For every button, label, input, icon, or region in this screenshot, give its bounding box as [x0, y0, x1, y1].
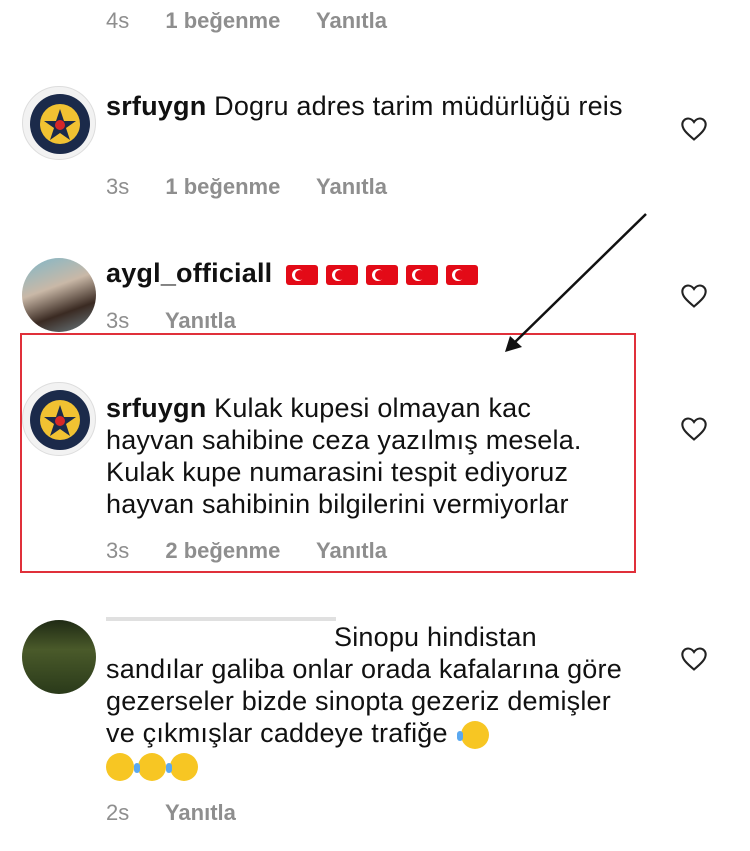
like-count[interactable]: 1 beğenme	[165, 174, 280, 199]
heart-icon[interactable]	[680, 646, 708, 672]
comment-time: 3s	[106, 538, 130, 563]
comment-body: Sinopu hindistan sandılar galiba onlar o…	[106, 621, 626, 781]
heart-icon[interactable]	[680, 116, 708, 142]
grinning-emoji-icon	[106, 752, 134, 781]
reply-button[interactable]: Yanıtla	[165, 308, 236, 333]
comment-meta: 3s 2 beğenme Yanıtla	[106, 538, 417, 564]
police-emblem-icon	[30, 390, 90, 450]
comment-meta: 3s 1 beğenme Yanıtla	[106, 174, 417, 200]
comment-text: Sinopu hindistan sandılar galiba onlar o…	[106, 622, 622, 748]
flag-emoji-icon	[286, 258, 486, 288]
like-count[interactable]: 2 beğenme	[165, 538, 280, 563]
heart-icon[interactable]	[680, 416, 708, 442]
heart-icon[interactable]	[680, 283, 708, 309]
comment-text: Dogru adres tarim müdürlüğü reis	[214, 91, 623, 121]
laughing-crying-emoji-icon	[457, 720, 490, 749]
avatar[interactable]	[22, 382, 96, 456]
reply-button[interactable]: Yanıtla	[316, 538, 387, 563]
top-comment-meta: 4s 1 beğenme Yanıtla	[106, 8, 417, 34]
comment-body: srfuygn Kulak kupesi olmayan kac hayvan …	[106, 392, 626, 520]
avatar[interactable]	[22, 620, 96, 694]
comment-time: 4s	[106, 8, 130, 33]
comment-body: aygl_officiall	[106, 257, 626, 289]
avatar[interactable]	[22, 86, 96, 160]
comment-meta: 2s Yanıtla	[106, 800, 266, 826]
laughing-crying-emoji-icon	[166, 752, 198, 781]
comment-meta: 3s Yanıtla	[106, 308, 266, 334]
reply-button[interactable]: Yanıtla	[316, 8, 387, 33]
emoji-group	[106, 750, 202, 781]
laughing-crying-emoji-icon	[134, 752, 166, 781]
avatar[interactable]	[22, 258, 96, 332]
like-count[interactable]: 1 beğenme	[165, 8, 280, 33]
comment-time: 2s	[106, 800, 130, 825]
username[interactable]: srfuygn	[106, 393, 206, 423]
reply-button[interactable]: Yanıtla	[165, 800, 236, 825]
comment-body: srfuygn Dogru adres tarim müdürlüğü reis	[106, 90, 626, 122]
comment-time: 3s	[106, 174, 130, 199]
emoji-group	[457, 718, 493, 749]
username[interactable]: srfuygn	[106, 91, 206, 121]
reply-button[interactable]: Yanıtla	[316, 174, 387, 199]
username[interactable]: aygl_officiall	[106, 258, 272, 288]
comment-time: 3s	[106, 308, 130, 333]
police-emblem-icon	[30, 94, 90, 154]
